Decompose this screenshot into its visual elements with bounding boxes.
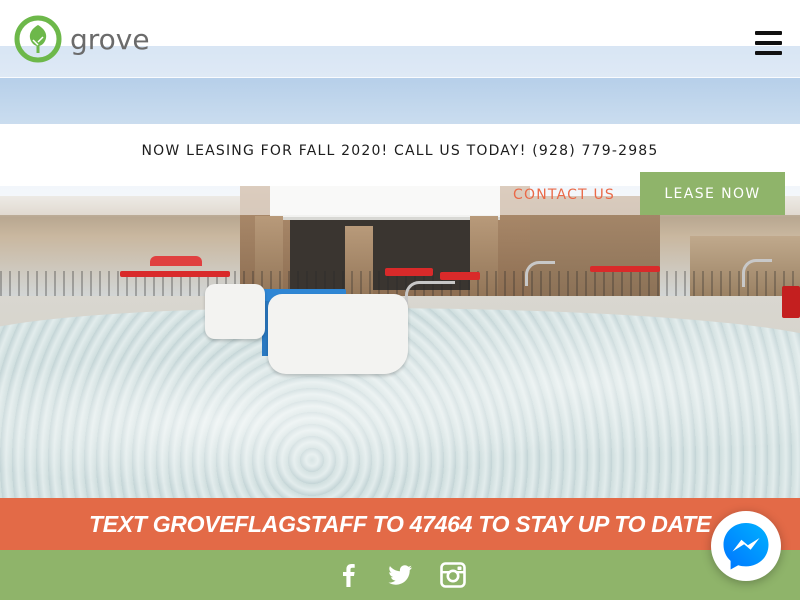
instagram-icon[interactable]: [440, 562, 466, 588]
hero-lounger: [440, 272, 480, 280]
grove-logo[interactable]: grove: [14, 14, 150, 64]
lease-now-button[interactable]: LEASE NOW: [640, 172, 785, 215]
hero-chair: [205, 284, 265, 339]
hero-chair: [268, 294, 408, 374]
tree-icon: [14, 15, 62, 63]
hero-pool-rail: [525, 261, 555, 286]
facebook-icon[interactable]: [336, 562, 362, 588]
text-signup-banner: TEXT GROVEFLAGSTAFF TO 47464 TO STAY UP …: [0, 498, 800, 550]
contact-us-link[interactable]: CONTACT US: [513, 186, 615, 204]
hero-lounger: [782, 286, 800, 318]
twitter-icon[interactable]: [387, 562, 413, 588]
hamburger-menu-icon[interactable]: [755, 31, 782, 55]
messenger-icon: [723, 523, 769, 570]
lease-now-label: LEASE NOW: [664, 185, 761, 202]
hero-umbrella: [150, 256, 202, 266]
text-signup-message: TEXT GROVEFLAGSTAFF TO 47464 TO STAY UP …: [89, 510, 711, 537]
logo-wordmark: grove: [70, 22, 150, 56]
hero-lounger: [120, 271, 230, 277]
hero-lounger: [385, 268, 433, 276]
site-header: grove: [0, 0, 800, 78]
hero-pool-image: [0, 46, 800, 498]
messenger-chat-button[interactable]: [711, 511, 781, 581]
social-bar: [0, 550, 800, 600]
hero-lounger: [590, 266, 660, 272]
announcement-text[interactable]: NOW LEASING FOR FALL 2020! CALL US TODAY…: [141, 143, 658, 159]
hero-pool-rail: [742, 259, 772, 287]
hero-pool-rail: [405, 281, 455, 321]
